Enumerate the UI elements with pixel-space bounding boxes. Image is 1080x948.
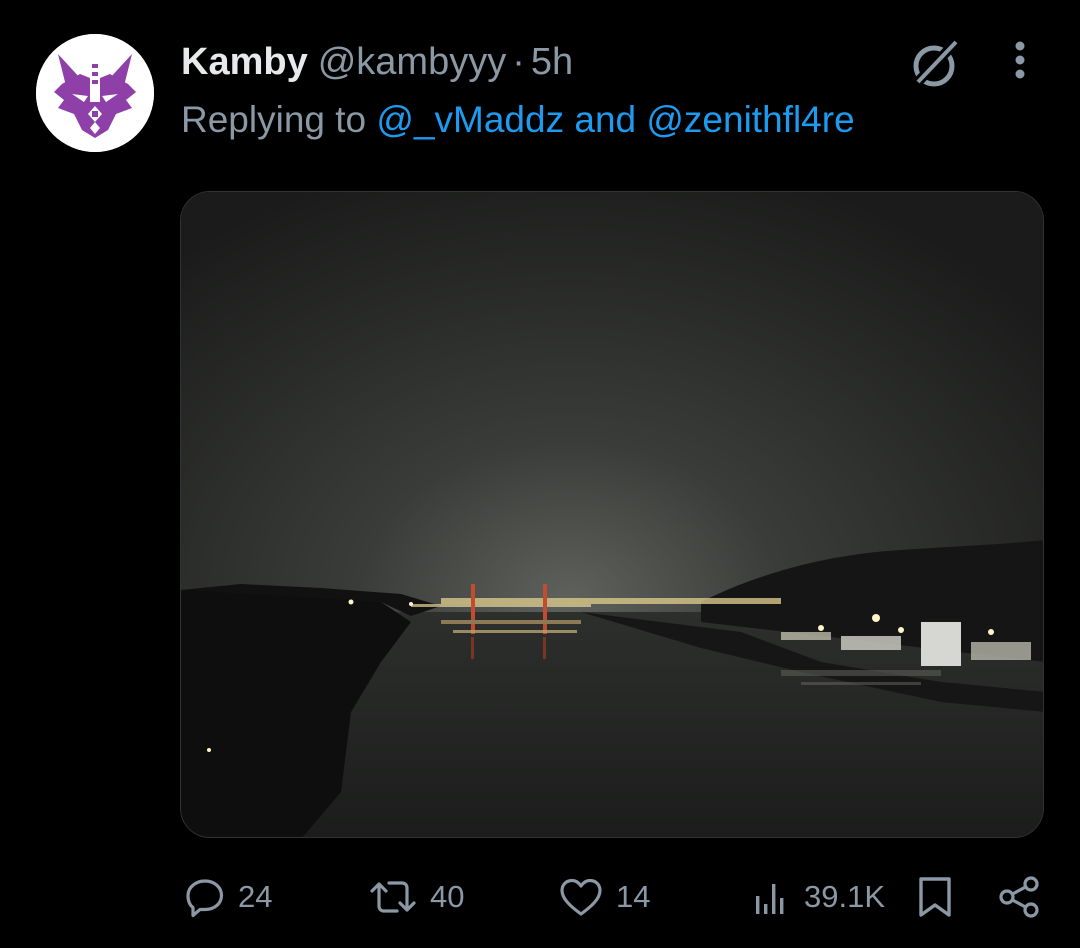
reply-icon (186, 879, 224, 918)
tweet: Kamby @kambyyy · 5h Replying to @_vMaddz… (0, 0, 1080, 948)
reply-mentions-link[interactable]: @_vMaddz and @zenithfl4re (376, 99, 854, 141)
views-button[interactable]: 39.1K (750, 862, 885, 932)
heart-icon (560, 878, 602, 916)
separator: · (512, 40, 525, 83)
retweet-count: 40 (430, 879, 465, 914)
timestamp[interactable]: 5h (531, 41, 573, 84)
bookmark-button[interactable] (914, 862, 956, 932)
bookmark-icon (919, 877, 951, 917)
share-button[interactable] (996, 862, 1042, 932)
reply-button[interactable]: 24 (184, 862, 272, 932)
night-river-photo (181, 192, 1043, 837)
tweet-actions: 24 40 14 39.1K (0, 862, 1080, 932)
avatar[interactable] (36, 34, 154, 152)
cat-mask-logo-icon (36, 34, 154, 152)
retweet-icon (370, 881, 416, 913)
tweet-header: Kamby @kambyyy · 5h (181, 38, 573, 86)
tweet-photo[interactable] (180, 191, 1044, 838)
display-name[interactable]: Kamby (181, 41, 308, 84)
like-count: 14 (616, 879, 651, 914)
retweet-button[interactable]: 40 (368, 862, 464, 932)
replying-to: Replying to @_vMaddz and @zenithfl4re (181, 96, 855, 144)
share-icon (999, 876, 1039, 918)
grok-icon[interactable] (906, 36, 962, 92)
reply-count: 24 (238, 879, 273, 914)
like-button[interactable]: 14 (558, 862, 650, 932)
more-vertical-icon[interactable] (1000, 38, 1040, 86)
user-handle[interactable]: @kambyyy (318, 41, 507, 84)
views-chart-icon (756, 884, 784, 914)
views-count: 39.1K (804, 879, 886, 914)
replying-to-label: Replying to (181, 99, 367, 140)
